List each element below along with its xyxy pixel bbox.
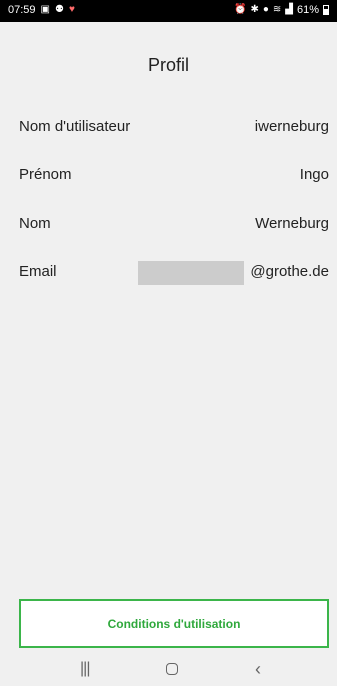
recents-icon[interactable]: |||: [80, 659, 91, 679]
heart-icon: ♥: [68, 4, 75, 15]
email-label: Email: [19, 263, 57, 280]
email-redaction-block: [138, 261, 244, 285]
firstname-row: Prénom Ingo: [19, 166, 329, 188]
back-icon[interactable]: ‹: [255, 659, 261, 679]
status-time: 07:59: [8, 4, 36, 16]
navigation-bar: ||| ‹: [0, 655, 337, 686]
username-value: iwerneburg: [254, 118, 329, 135]
lastname-row: Nom Werneburg: [19, 215, 329, 237]
battery-percent: 61%: [296, 4, 319, 16]
email-value: @grothe.de: [250, 263, 329, 280]
android-icon: ⚉: [54, 4, 64, 15]
status-bar: 07:59 ▣ ⚉ ♥ ⏰ ✱ ● ≋ ▟ 61%: [0, 0, 337, 22]
bluetooth-icon: ✱: [250, 4, 259, 15]
home-icon[interactable]: [166, 663, 178, 675]
alarm-icon: ⏰: [233, 4, 247, 15]
lastname-label: Nom: [19, 215, 51, 232]
image-icon: ▣: [40, 4, 50, 15]
username-label: Nom d'utilisateur: [19, 118, 131, 135]
page-title: Profil: [147, 55, 189, 75]
wifi-icon: ≋: [272, 4, 282, 15]
lastname-value: Werneburg: [255, 215, 329, 232]
username-row: Nom d'utilisateur iwerneburg: [19, 118, 329, 140]
signal-icon: ▟: [285, 4, 293, 15]
firstname-label: Prénom: [19, 166, 72, 183]
email-row: Email @grothe.de: [19, 261, 329, 285]
battery-icon: [323, 5, 329, 15]
terms-of-use-button[interactable]: Conditions d'utilisation: [19, 599, 329, 648]
firstname-value: Ingo: [299, 166, 329, 183]
location-icon: ●: [262, 4, 269, 15]
